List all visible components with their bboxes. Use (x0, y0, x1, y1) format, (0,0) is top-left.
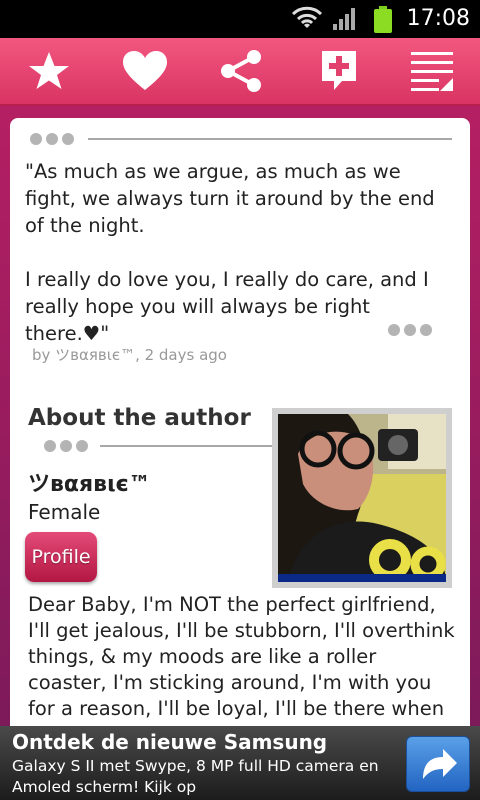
author-bio: Dear Baby, I'm NOT the perfect girlfrien… (28, 593, 455, 746)
wifi-icon (292, 6, 322, 28)
ad-action-button[interactable] (406, 736, 470, 792)
share-button[interactable] (216, 48, 266, 94)
action-toolbar (0, 38, 480, 106)
avatar-photo (278, 414, 446, 582)
about-author-heading: About the author (28, 405, 251, 431)
divider-line-about (100, 445, 274, 447)
menu-button[interactable] (408, 48, 458, 94)
author-avatar[interactable] (272, 408, 452, 588)
ad-text: Galaxy S II met Swype, 8 MP full HD came… (12, 757, 379, 796)
favorite-button[interactable] (24, 48, 74, 94)
list-menu-icon (411, 52, 453, 91)
add-quote-button[interactable] (314, 48, 364, 94)
author-name: ツвαявιє™ (28, 472, 151, 497)
add-comment-icon (322, 51, 356, 90)
signal-icon (333, 8, 355, 30)
divider-dots-about (44, 440, 88, 452)
status-bar: 17:08 (0, 0, 480, 38)
like-button[interactable] (120, 48, 170, 94)
forward-arrow-icon (423, 749, 457, 779)
divider-line-top (88, 138, 452, 140)
quote-text: "As much as we argue, as much as we figh… (25, 160, 435, 345)
battery-icon (374, 6, 392, 33)
divider-dots-top (30, 133, 74, 145)
clock: 17:08 (406, 6, 470, 31)
quote-byline[interactable]: by ツвαявιє™, 2 days ago (32, 344, 227, 365)
heart-icon (123, 51, 167, 90)
share-icon (221, 50, 261, 92)
star-icon (29, 52, 69, 89)
profile-button[interactable]: Profile (25, 532, 97, 582)
author-gender: Female (28, 500, 101, 524)
ad-title: Ontdek de nieuwe Samsung (12, 730, 328, 754)
quote-end-dots (388, 324, 432, 336)
